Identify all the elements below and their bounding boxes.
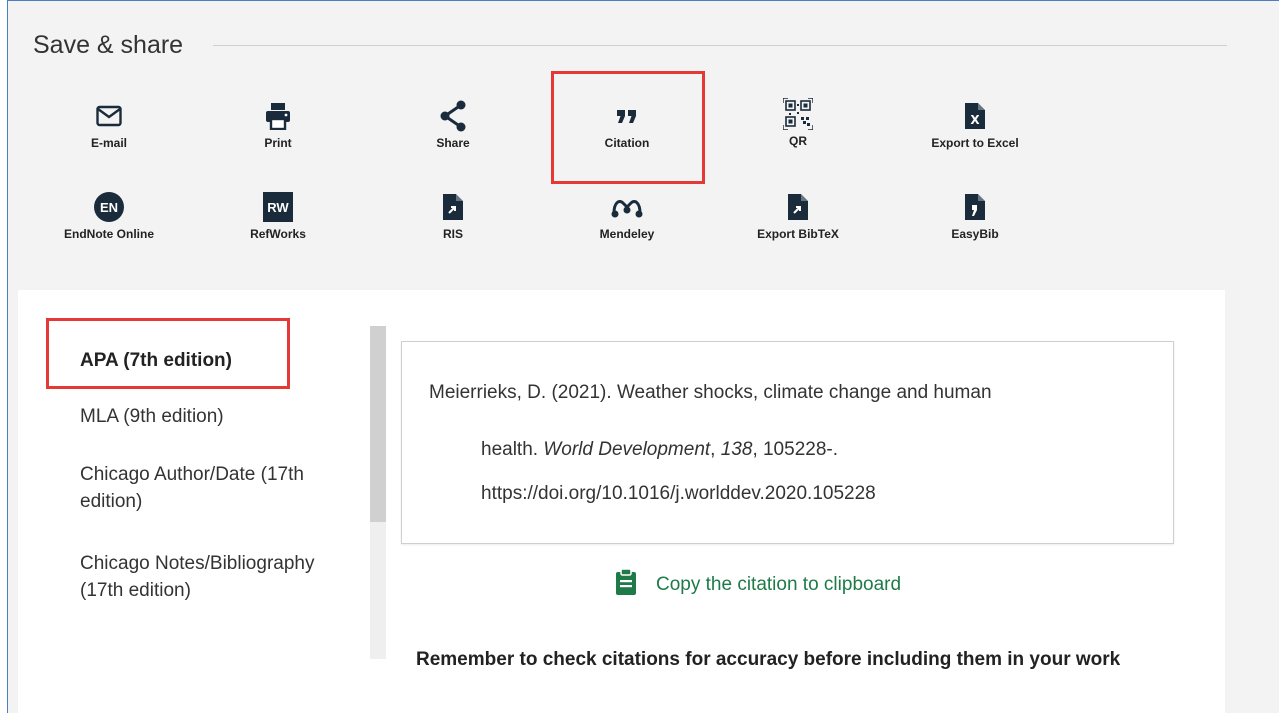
share-label: Share (436, 136, 470, 150)
endnote-icon: EN (93, 191, 125, 223)
export-excel-button[interactable]: X Export to Excel (916, 100, 1034, 150)
bibtex-file-icon (787, 191, 809, 223)
qr-code-icon (783, 98, 813, 130)
endnote-online-button[interactable]: EN EndNote Online (30, 191, 188, 241)
citation-line-1: Meierrieks, D. (2021). Weather shocks, c… (429, 382, 992, 403)
svg-text:RW: RW (267, 200, 289, 215)
section-title: Save & share (33, 30, 184, 59)
accuracy-reminder: Remember to check citations for accuracy… (416, 649, 1121, 670)
apa-highlight-box (46, 318, 290, 389)
easybib-label: EasyBib (951, 227, 999, 241)
svg-text:X: X (970, 113, 980, 127)
ris-label: RIS (442, 227, 463, 241)
scrollbar-thumb[interactable] (370, 326, 386, 522)
refworks-button[interactable]: RW RefWorks (238, 191, 318, 241)
share-button[interactable]: Share (423, 100, 483, 150)
header-divider (213, 44, 1227, 46)
envelope-icon (96, 100, 122, 132)
qr-label: QR (789, 134, 807, 148)
ris-file-icon (442, 191, 464, 223)
mendeley-icon (611, 191, 643, 223)
style-chicago-notes-bibliography[interactable]: Chicago Notes/Bibliography (17th edition… (80, 550, 340, 604)
style-chicago-author-date[interactable]: Chicago Author/Date (17th edition) (80, 461, 320, 515)
qr-button[interactable]: QR (773, 98, 823, 148)
citation-doi: https://doi.org/10.1016/j.worlddev.2020.… (481, 483, 876, 504)
styles-scrollbar[interactable] (370, 326, 386, 659)
endnote-online-label: EndNote Online (64, 227, 154, 241)
export-bibtex-button[interactable]: Export BibTeX (741, 191, 855, 241)
citation-line-2: health. World Development, 138, 105228-. (481, 439, 839, 460)
easybib-button[interactable]: EasyBib (935, 191, 1015, 241)
print-button[interactable]: Print (248, 100, 308, 150)
refworks-label: RefWorks (250, 227, 306, 241)
ris-button[interactable]: RIS (428, 191, 478, 241)
email-label: E-mail (90, 136, 127, 150)
print-label: Print (264, 136, 292, 150)
style-mla[interactable]: MLA (9th edition) (80, 403, 224, 430)
mendeley-label: Mendeley (599, 227, 655, 241)
refworks-icon: RW (263, 191, 293, 223)
svg-text:EN: EN (100, 200, 118, 215)
email-button[interactable]: E-mail (79, 100, 139, 150)
export-bibtex-label: Export BibTeX (757, 227, 839, 241)
share-icon (439, 100, 467, 132)
clipboard-icon (616, 568, 636, 600)
citation-highlight-box (551, 71, 705, 184)
section-header: Save & share (33, 30, 1227, 60)
copy-citation-label: Copy the citation to clipboard (656, 573, 902, 595)
copy-citation-button[interactable]: Copy the citation to clipboard (616, 568, 902, 600)
citation-text-box: Meierrieks, D. (2021). Weather shocks, c… (401, 341, 1174, 544)
printer-icon (265, 100, 291, 132)
mendeley-button[interactable]: Mendeley (585, 191, 669, 241)
journal-title: World Development (543, 439, 711, 460)
export-excel-label: Export to Excel (931, 136, 1019, 150)
volume-number: 138 (720, 439, 753, 460)
excel-file-icon: X (964, 100, 986, 132)
easybib-file-icon (964, 191, 986, 223)
